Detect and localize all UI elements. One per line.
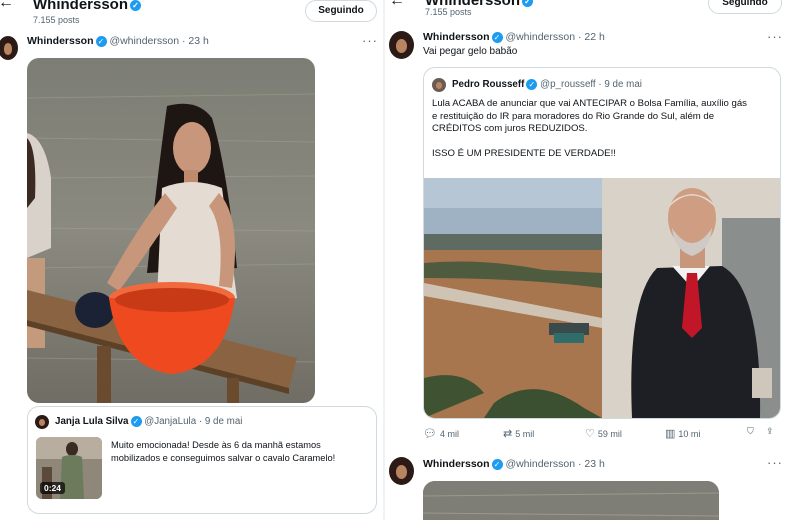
verified-badge-icon: ✓ [491,458,503,470]
author-name[interactable]: Pedro Rousseff [452,79,524,90]
author-handle[interactable]: @whindersson [505,31,575,43]
repost-count: 5 mil [515,429,535,439]
chart-icon: ▥ [665,428,676,440]
verified-badge-icon: ✓ [130,0,142,11]
flood-aerial-photo[interactable] [424,178,602,418]
tweet-time[interactable]: 22 h [584,31,604,43]
share-icon[interactable]: ⇪ [766,426,774,437]
post-count: 7.155 posts [33,15,80,25]
verified-badge-icon: ✓ [95,35,107,47]
quoted-tweet-header: Janja Lula Silva ✓ @JanjaLula · 9 de mai [55,416,242,427]
more-options-icon[interactable]: ··· [362,33,378,48]
author-name[interactable]: Whindersson [423,31,490,43]
like-count: 59 mil [597,429,622,439]
reply-button[interactable]: 💬︎ 4 mil [423,427,459,440]
author-handle[interactable]: @whindersson [505,458,575,470]
quoted-tweet-text: Lula ACABA de anunciar que vai ANTECIPAR… [432,98,777,160]
tweet-header: Whindersson ✓ @whindersson · 23 h [423,458,605,470]
profile-header-title: Whindersson ✓ [33,0,142,13]
view-count: 10 mi [678,429,701,439]
verified-badge-icon: ✓ [522,0,534,7]
author-name[interactable]: Whindersson [423,458,490,470]
quoted-text-line: Lula ACABA de anunciar que vai ANTECIPAR… [432,98,747,109]
tweet-photo[interactable] [423,481,719,520]
following-button[interactable]: Seguindo [708,0,782,14]
flood-aerial-illustration [424,178,602,418]
repost-icon: ⇄ [503,428,513,440]
separator: · [577,458,582,470]
separator: · [181,35,186,47]
bookmark-icon[interactable]: ⛉ [747,426,754,437]
views-button[interactable]: ▥ 10 mi [665,427,700,440]
video-thumbnail[interactable]: 0:24 [36,437,102,499]
author-handle[interactable]: @JanjaLula [144,416,196,427]
following-button[interactable]: Seguindo [305,0,377,22]
flood-photo-illustration [27,58,315,403]
tweet-time[interactable]: 23 h [584,458,604,470]
tweet-date[interactable]: 9 de mai [604,79,642,90]
avatar[interactable] [432,78,446,92]
lula-photo-illustration [602,178,780,418]
video-duration: 0:24 [40,482,66,494]
quoted-tweet-text: Muito emocionada! Desde às 6 da manhã es… [111,440,336,463]
tweet-time[interactable]: 23 h [188,35,208,47]
author-name[interactable]: Janja Lula Silva [55,416,129,427]
back-arrow-icon[interactable]: ← [389,0,405,10]
verified-badge-icon: ✓ [130,416,142,427]
quoted-tweet[interactable]: Janja Lula Silva ✓ @JanjaLula · 9 de mai … [27,406,377,514]
verified-badge-icon: ✓ [491,31,503,43]
tweet-photo[interactable] [27,58,315,403]
tweet-header: Whindersson ✓ @whindersson · 22 h [423,31,605,43]
author-handle[interactable]: @whindersson [109,35,179,47]
quoted-text-line: ISSO É UM PRESIDENTE DE VERDADE!! [432,147,616,159]
quoted-text-line: e restituição do IR para moradores do Ri… [432,110,715,122]
tweet-text: Vai pegar gelo babão [423,46,518,57]
more-options-icon[interactable]: ··· [767,455,783,470]
tweet-date[interactable]: 9 de mai [205,416,243,427]
lula-photo[interactable] [602,178,780,418]
quoted-tweet-header: Pedro Rousseff ✓ @p_rousseff · 9 de mai [452,79,642,90]
flood-photo-illustration [423,481,719,520]
left-screenshot-panel: ← Whindersson ✓ 7.155 posts Seguindo Whin… [0,0,385,520]
heart-icon: ♡ [585,428,595,440]
reply-icon: 💬︎ [423,428,437,440]
more-options-icon[interactable]: ··· [767,29,783,44]
profile-name: Whindersson [33,0,129,13]
reply-count: 4 mil [439,429,459,439]
quoted-tweet[interactable]: Pedro Rousseff ✓ @p_rousseff · 9 de mai L… [423,67,781,419]
author-name[interactable]: Whindersson [27,35,94,47]
back-arrow-icon[interactable]: ← [0,0,14,12]
right-screenshot-panel: ← Whindersson ✓ 7.155 posts Seguindo Whin… [385,0,787,520]
avatar[interactable] [389,31,414,59]
verified-badge-icon: ✓ [526,79,538,90]
repost-button[interactable]: ⇄ 5 mil [503,427,534,440]
tweet-header: Whindersson ✓ @whindersson · 23 h [27,35,209,47]
avatar[interactable] [389,457,414,485]
author-handle[interactable]: @p_rousseff [540,79,596,90]
avatar[interactable] [35,415,49,429]
separator: · [598,79,602,91]
like-button[interactable]: ♡ 59 mil [585,427,622,440]
post-count: 7.155 posts [425,7,472,17]
avatar[interactable] [0,36,18,60]
separator: · [198,416,203,428]
quoted-text-line: CRÉDITOS com juros REDUZIDOS. [432,123,588,134]
separator: · [577,31,582,43]
